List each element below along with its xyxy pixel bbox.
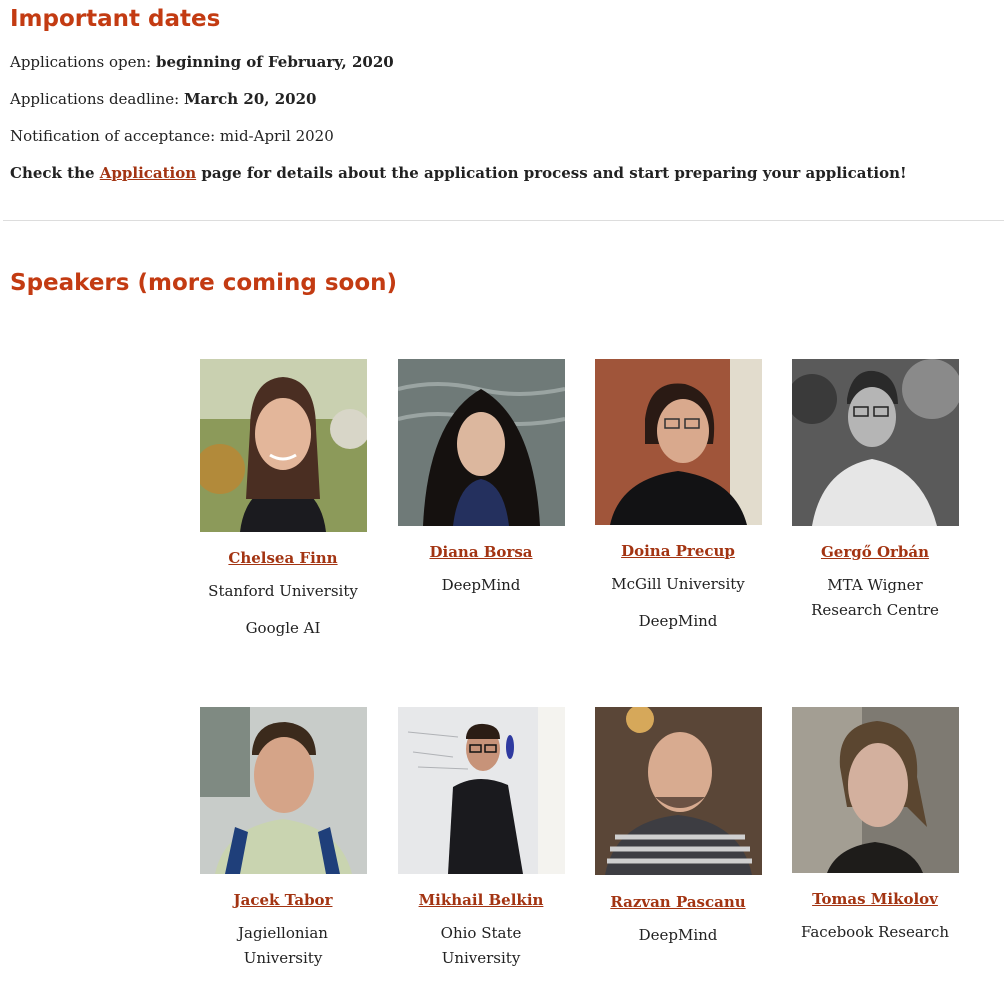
speaker-affiliation: DeepMind bbox=[441, 576, 521, 594]
speaker-name-link[interactable]: Mikhail Belkin bbox=[396, 890, 566, 910]
speaker-affiliation: Jagiellonian University bbox=[238, 924, 328, 967]
speaker-photo bbox=[397, 359, 565, 526]
speaker-affiliation: MTA Wigner Research Centre bbox=[811, 576, 939, 619]
important-dates-heading: Important dates bbox=[10, 6, 221, 32]
speaker-affiliation: Stanford University bbox=[208, 582, 358, 600]
speaker-name-link[interactable]: Tomas Mikolov bbox=[790, 889, 960, 909]
application-instructions: Check the Application page for details a… bbox=[10, 163, 907, 183]
speaker-affiliation: DeepMind bbox=[638, 926, 718, 944]
speaker-card: Chelsea Finn Stanford University Google … bbox=[198, 359, 368, 641]
speaker-card: Doina Precup McGill University DeepMind bbox=[593, 359, 763, 634]
speaker-photo bbox=[594, 707, 762, 875]
speaker-card: Mikhail Belkin Ohio State University bbox=[396, 707, 566, 971]
speaker-card: Razvan Pascanu DeepMind bbox=[593, 707, 763, 948]
speaker-name-link[interactable]: Razvan Pascanu bbox=[593, 892, 763, 912]
check-suffix: page for details about the application p… bbox=[196, 164, 907, 182]
applications-deadline-label: Applications deadline: bbox=[10, 90, 184, 108]
speaker-affiliation: McGill University bbox=[611, 575, 745, 593]
applications-deadline-line: Applications deadline: March 20, 2020 bbox=[10, 89, 317, 109]
section-divider bbox=[3, 220, 1004, 221]
speaker-photo bbox=[594, 359, 762, 525]
speaker-card: Tomas Mikolov Facebook Research bbox=[790, 707, 960, 945]
speaker-photo bbox=[791, 359, 959, 526]
notification-line: Notification of acceptance: mid-April 20… bbox=[10, 127, 334, 145]
speaker-affiliation: Facebook Research bbox=[800, 923, 950, 941]
speaker-card: Jacek Tabor Jagiellonian University bbox=[198, 707, 368, 971]
speaker-name-link[interactable]: Gergő Orbán bbox=[790, 542, 960, 562]
speaker-affiliation: Ohio State University bbox=[440, 924, 522, 967]
speaker-affiliation: Google AI bbox=[245, 619, 321, 637]
applications-deadline-value: March 20, 2020 bbox=[183, 90, 317, 108]
check-prefix: Check the bbox=[10, 164, 100, 182]
applications-open-line: Applications open: beginning of February… bbox=[10, 52, 394, 72]
speaker-photo bbox=[397, 707, 565, 874]
speaker-name-link[interactable]: Diana Borsa bbox=[396, 542, 566, 562]
speaker-name-link[interactable]: Doina Precup bbox=[593, 541, 763, 561]
speaker-card: Diana Borsa DeepMind bbox=[396, 359, 566, 598]
speaker-photo bbox=[199, 359, 367, 532]
speakers-heading: Speakers (more coming soon) bbox=[10, 270, 398, 296]
speaker-name-link[interactable]: Chelsea Finn bbox=[198, 548, 368, 568]
speaker-affiliation: DeepMind bbox=[638, 612, 718, 630]
applications-open-value: beginning of February, 2020 bbox=[155, 53, 394, 71]
speaker-photo bbox=[791, 707, 959, 873]
speaker-photo bbox=[199, 707, 367, 874]
speaker-card: Gergő Orbán MTA Wigner Research Centre bbox=[790, 359, 960, 623]
speaker-name-link[interactable]: Jacek Tabor bbox=[198, 890, 368, 910]
application-link[interactable]: Application bbox=[100, 164, 196, 182]
applications-open-label: Applications open: bbox=[10, 53, 156, 71]
